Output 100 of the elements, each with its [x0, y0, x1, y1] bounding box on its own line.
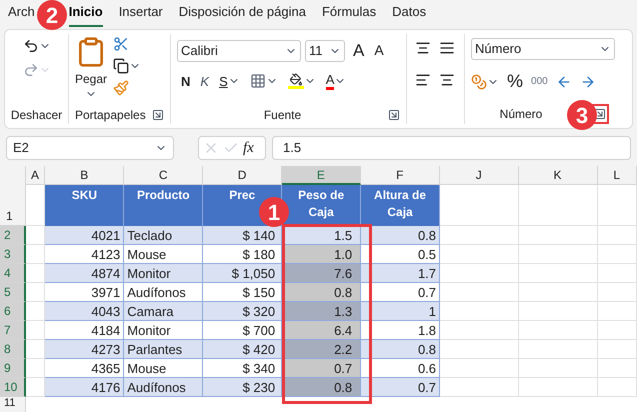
align-left-icon[interactable] — [415, 72, 431, 88]
ribbon-tab[interactable]: Datos — [392, 2, 426, 27]
table-cell: Mouse — [124, 359, 204, 378]
font-color-button[interactable]: A — [326, 72, 334, 90]
ribbon-tab[interactable]: Disposición de página — [178, 2, 306, 27]
row-header[interactable]: 5 — [0, 283, 26, 302]
row-header[interactable]: 7 — [0, 321, 26, 340]
callout-badge: 2 — [37, 0, 67, 30]
redo-icon[interactable] — [22, 62, 38, 78]
ribbon-tab[interactable]: Insertar — [118, 2, 163, 27]
empty-cell — [598, 359, 637, 378]
row-header[interactable]: 11 — [0, 397, 26, 412]
dialog-launcher-icon[interactable] — [388, 109, 400, 121]
number-format-dropdown[interactable]: Número — [471, 38, 615, 60]
table-cell: 1.3 — [282, 302, 362, 321]
table-cell: Parlantes — [124, 340, 204, 359]
table-cell: 1.0 — [282, 245, 362, 264]
row-header[interactable]: 2 — [0, 226, 26, 245]
table-cell: 0.7 — [361, 283, 440, 302]
column-header[interactable]: J — [440, 166, 519, 185]
empty-cell — [598, 264, 637, 283]
paste-button[interactable]: Pegar — [75, 70, 108, 88]
paintbrush-icon[interactable] — [113, 80, 130, 96]
ribbon-tab[interactable]: Inicio — [68, 2, 103, 27]
table-cell: 4021 — [45, 226, 124, 245]
table-header-cell: Producto — [124, 185, 204, 226]
insert-function-button[interactable]: fx — [243, 136, 254, 160]
column-header[interactable]: L — [598, 166, 637, 185]
empty-cell — [598, 283, 637, 302]
italic-button[interactable]: K — [200, 72, 210, 91]
row-header[interactable]: 3 — [0, 245, 26, 264]
table-cell: 0.6 — [361, 359, 440, 378]
increase-decimal-icon[interactable] — [556, 74, 572, 90]
empty-cell — [598, 185, 637, 226]
decrease-decimal-icon[interactable] — [580, 74, 596, 90]
table-cell: 4874 — [45, 264, 124, 283]
undo-icon[interactable] — [22, 38, 38, 54]
column-header[interactable]: E — [282, 166, 361, 185]
ribbon-tab[interactable]: Arch — [8, 2, 35, 27]
comma-style-button[interactable]: 000 — [531, 74, 548, 89]
table-cell: Mouse — [124, 245, 204, 264]
table-cell: 4365 — [45, 359, 124, 378]
table-cell: $ 1,050 — [203, 264, 282, 283]
table-cell: 1 — [361, 302, 440, 321]
align-middle-icon[interactable] — [415, 40, 431, 56]
bold-button[interactable]: N — [181, 72, 190, 91]
copy-icon[interactable] — [113, 58, 130, 74]
table-header-cell: Peso de Caja — [282, 185, 362, 226]
table-cell: 3971 — [45, 283, 124, 302]
empty-cell — [598, 226, 637, 245]
table-cell: 0.8 — [361, 226, 440, 245]
align-center-icon[interactable] — [439, 72, 455, 88]
table-cell: Audífonos — [124, 378, 204, 397]
grow-font-button[interactable]: A — [353, 38, 364, 64]
table-cell: 4043 — [45, 302, 124, 321]
percent-button[interactable]: % — [507, 68, 524, 95]
table-cell: Audífonos — [124, 283, 204, 302]
group-label: Portapapeles — [75, 107, 146, 124]
underline-button[interactable]: S — [219, 72, 228, 91]
table-cell: 4123 — [45, 245, 124, 264]
row-header[interactable]: 1 — [0, 185, 26, 226]
table-cell: 4176 — [45, 378, 124, 397]
row-header[interactable]: 4 — [0, 264, 26, 283]
ribbon-tab[interactable]: Fórmulas — [322, 2, 376, 27]
dialog-launcher-icon[interactable] — [152, 109, 164, 121]
table-cell: $ 320 — [203, 302, 282, 321]
table-cell: $ 340 — [203, 359, 282, 378]
table-cell: $ 420 — [203, 340, 282, 359]
table-cell: $ 700 — [203, 321, 282, 340]
empty-cell — [598, 245, 637, 264]
table-cell: 0.7 — [361, 378, 440, 397]
font-size-dropdown[interactable]: 11 — [305, 40, 345, 62]
fill-color-icon[interactable] — [288, 73, 304, 90]
table-cell: Camara — [124, 302, 204, 321]
empty-cell — [598, 340, 637, 359]
empty-cell — [598, 302, 637, 321]
group-label: Deshacer — [10, 107, 62, 124]
font-name-dropdown[interactable]: Calibri — [177, 40, 301, 62]
row-header[interactable]: 6 — [0, 302, 26, 321]
dialog-launcher-icon[interactable] — [594, 108, 606, 120]
row-header[interactable]: 9 — [0, 359, 26, 378]
table-cell: $ 150 — [203, 283, 282, 302]
row-header[interactable]: 8 — [0, 340, 26, 359]
borders-icon[interactable] — [250, 73, 266, 90]
table-cell: Teclado — [124, 226, 204, 245]
table-cell: 0.8 — [361, 340, 440, 359]
table-cell: Monitor — [124, 264, 204, 283]
column-header[interactable]: A — [26, 166, 46, 185]
table-header-cell: SKU — [45, 185, 124, 226]
table-cell: 0.8 — [282, 378, 362, 397]
group-label: Número — [500, 106, 542, 123]
scissors-icon[interactable] — [113, 36, 130, 52]
row-header[interactable]: 10 — [0, 378, 26, 397]
table-cell: 4184 — [45, 321, 124, 340]
table-cell: 1.5 — [282, 226, 362, 245]
name-box[interactable]: E2 — [6, 136, 174, 160]
table-cell: $ 180 — [203, 245, 282, 264]
formula-input[interactable]: 1.5 — [272, 136, 631, 160]
shrink-font-button[interactable]: A — [374, 40, 384, 62]
column-header[interactable]: K — [518, 166, 598, 185]
